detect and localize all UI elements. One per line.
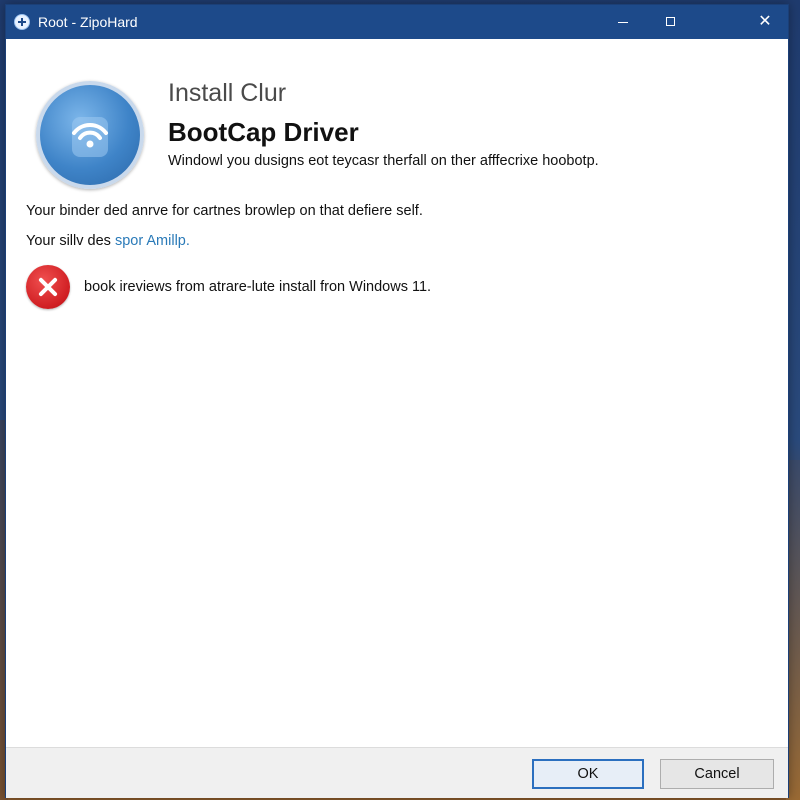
dialog-content: Install Clur BootCap Driver Windowl you …: [6, 39, 788, 747]
info-link[interactable]: spor Amillp.: [115, 233, 190, 249]
app-icon: [14, 14, 30, 30]
error-message: book ireviews from atrare-lute install f…: [84, 279, 432, 295]
error-x-icon: [26, 265, 70, 309]
maximize-button[interactable]: [648, 5, 694, 39]
info-line-1: Your binder ded anrve for cartnes browle…: [26, 203, 423, 219]
driver-wifi-icon: [36, 81, 144, 189]
install-heading: Install Clur: [168, 79, 287, 107]
maximize-icon: [666, 17, 675, 26]
minimize-button[interactable]: [600, 5, 646, 39]
desktop-background: Root - ZipoHard ✕ Install Clur BootCap D…: [0, 0, 800, 800]
ok-button[interactable]: OK: [532, 759, 644, 789]
window-title: Root - ZipoHard: [38, 14, 138, 30]
info-line-2: Your sillv des spor Amillp.: [26, 233, 190, 249]
cancel-button[interactable]: Cancel: [660, 759, 774, 789]
button-bar: OK Cancel: [6, 747, 788, 798]
driver-description: Windowl you dusigns eot teycasr therfall…: [168, 153, 599, 169]
close-button[interactable]: ✕: [742, 5, 788, 39]
minimize-icon: [618, 22, 628, 23]
title-bar[interactable]: Root - ZipoHard ✕: [6, 5, 788, 39]
info-line-2-text: Your sillv des: [26, 233, 115, 249]
driver-name: BootCap Driver: [168, 117, 359, 147]
close-icon: ✕: [758, 13, 772, 30]
installer-dialog: Root - ZipoHard ✕ Install Clur BootCap D…: [5, 4, 789, 798]
